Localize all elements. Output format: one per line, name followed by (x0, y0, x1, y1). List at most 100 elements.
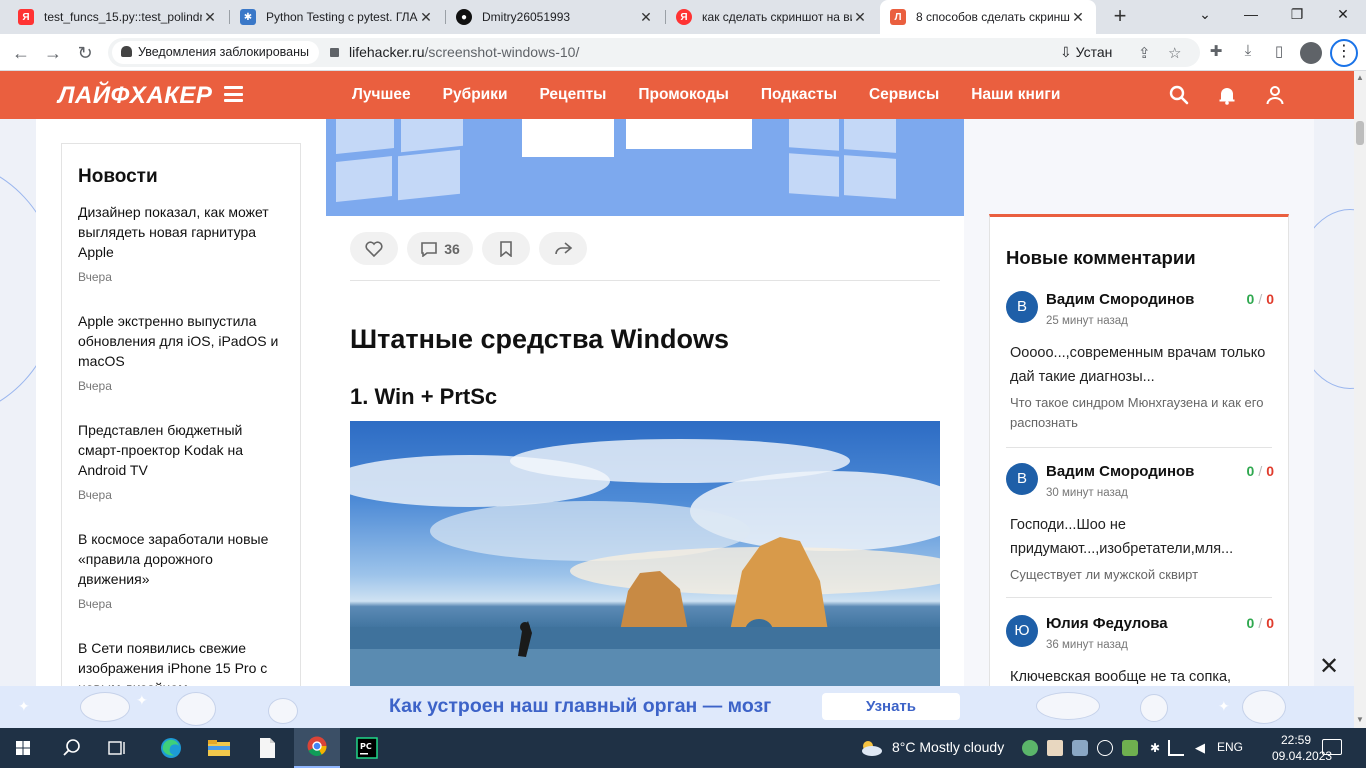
close-tab-icon[interactable]: ✕ (202, 9, 218, 26)
install-app-button[interactable]: ⇩ Устан (1060, 44, 1112, 61)
edge-browser-icon[interactable] (148, 728, 194, 768)
page-scrollbar[interactable]: ▲ ▼ (1354, 71, 1366, 728)
notification-center-icon[interactable] (1322, 739, 1342, 755)
restore-button[interactable]: ❐ (1274, 0, 1320, 30)
system-clock[interactable]: 22:59 09.04.2023 (1272, 732, 1332, 764)
bookmark-button[interactable] (482, 232, 530, 265)
avatar[interactable]: Ю (1006, 615, 1038, 647)
news-item[interactable]: Apple экстренно выпустила обновления для… (78, 311, 283, 393)
comment-author[interactable]: Вадим Смородинов (1046, 291, 1194, 308)
news-item[interactable]: Представлен бюджетный смарт-проектор Kod… (78, 420, 283, 502)
browser-tab[interactable]: ● Dmitry26051993 ✕ (446, 0, 664, 34)
tray-app-icon[interactable] (1047, 740, 1063, 756)
hamburger-menu-icon[interactable] (224, 86, 243, 102)
tray-nvidia-icon[interactable] (1122, 740, 1138, 756)
browser-tab[interactable]: Я test_funcs_15.py::test_polindro ✕ (8, 0, 228, 34)
pycharm-icon[interactable]: PC (344, 728, 390, 768)
comments-button[interactable]: 36 (407, 232, 473, 265)
comment-author[interactable]: Вадим Смородинов (1046, 463, 1194, 480)
close-tab-icon[interactable]: ✕ (1070, 9, 1086, 26)
vote-down-count[interactable]: 0 (1266, 463, 1274, 479)
forward-button[interactable]: → (40, 40, 66, 66)
window-pane-shape (789, 119, 839, 151)
tray-bluetooth-icon[interactable]: ✱ (1147, 740, 1163, 756)
extensions-icon[interactable]: ✚ (1205, 42, 1227, 64)
side-panel-icon[interactable]: ▯ (1268, 42, 1290, 64)
avatar[interactable]: В (1006, 463, 1038, 495)
like-button[interactable] (350, 232, 398, 265)
banner-text[interactable]: Как устроен наш главный орган — мозг (389, 695, 771, 718)
vote-down-count[interactable]: 0 (1266, 615, 1274, 631)
site-logo[interactable]: ЛАЙФХАКЕР (58, 82, 212, 110)
browser-tab[interactable]: Я как сделать скриншот на ви ✕ (666, 0, 878, 34)
nav-item-promocodes[interactable]: Промокоды (638, 86, 729, 104)
vote-up-count[interactable]: 0 (1247, 615, 1255, 631)
minimize-button[interactable]: — (1228, 0, 1274, 30)
share-icon[interactable]: ⇪ (1138, 44, 1151, 62)
close-banner-icon[interactable]: ✕ (1318, 655, 1340, 679)
nav-item-rubrics[interactable]: Рубрики (443, 86, 508, 104)
search-icon[interactable] (1168, 84, 1190, 106)
promo-banner[interactable]: ✦ ✦ ✦ Как устроен наш главный орган — мо… (0, 686, 1354, 728)
close-window-button[interactable]: ✕ (1320, 0, 1366, 30)
tab-search-chevron-icon[interactable]: ⌄ (1182, 0, 1228, 30)
comment-text[interactable]: Ооооо...,современным врачам только дай т… (1010, 341, 1270, 389)
comment-article-link[interactable]: Существует ли мужской сквирт (1010, 565, 1270, 585)
notepad-icon[interactable] (244, 728, 290, 768)
news-item[interactable]: В космосе заработали новые «правила доро… (78, 529, 283, 611)
back-button[interactable]: ← (8, 40, 34, 66)
bookmark-star-icon[interactable]: ☆ (1168, 44, 1181, 62)
news-item[interactable]: Дизайнер показал, как может выглядеть но… (78, 202, 283, 284)
nav-item-recipes[interactable]: Рецепты (539, 86, 606, 104)
close-tab-icon[interactable]: ✕ (418, 9, 434, 26)
tray-app-icon[interactable] (1022, 740, 1038, 756)
chrome-icon[interactable] (294, 728, 340, 768)
nav-item-podcasts[interactable]: Подкасты (761, 86, 837, 104)
network-icon[interactable] (1168, 740, 1184, 756)
comment-author[interactable]: Юлия Федулова (1046, 615, 1168, 632)
scroll-down-arrow-icon[interactable]: ▼ (1355, 715, 1365, 724)
nav-item-books[interactable]: Наши книги (971, 86, 1060, 104)
vote-down-count[interactable]: 0 (1266, 291, 1274, 307)
browser-tab[interactable]: ✱ Python Testing с pytest. ГЛАВ ✕ (230, 0, 444, 34)
tray-app-icon[interactable] (1097, 740, 1113, 756)
vote-up-count[interactable]: 0 (1247, 291, 1255, 307)
banner-learn-button[interactable]: Узнать (822, 693, 960, 720)
browser-tab-active[interactable]: Л 8 способов сделать скринш ✕ (880, 0, 1096, 34)
news-item-title[interactable]: Apple экстренно выпустила обновления для… (78, 311, 283, 371)
share-button[interactable] (539, 232, 587, 265)
search-icon[interactable] (48, 728, 94, 768)
windows-start-icon[interactable] (0, 728, 46, 768)
nav-item-services[interactable]: Сервисы (869, 86, 939, 104)
close-tab-icon[interactable]: ✕ (638, 9, 654, 26)
downloads-icon[interactable]: ⤓ (1237, 42, 1259, 64)
comment-article-link[interactable]: Что такое синдром Мюнхгаузена и как его … (1010, 393, 1270, 433)
news-item-title[interactable]: Представлен бюджетный смарт-проектор Kod… (78, 420, 283, 480)
weather-text[interactable]: 8°C Mostly cloudy (892, 739, 1004, 755)
file-explorer-icon[interactable] (196, 728, 242, 768)
browser-menu-icon[interactable]: ⋮ (1330, 39, 1358, 67)
vote-up-count[interactable]: 0 (1247, 463, 1255, 479)
language-indicator[interactable]: ENG (1217, 740, 1243, 754)
avatar[interactable]: В (1006, 291, 1038, 323)
reload-button[interactable]: ↻ (72, 40, 98, 66)
comment-text[interactable]: Господи...Шоо не придумают...,изобретате… (1010, 513, 1270, 561)
news-item-title[interactable]: Дизайнер показал, как может выглядеть но… (78, 202, 283, 262)
nav-item-best[interactable]: Лучшее (352, 86, 411, 104)
new-tab-button[interactable]: + (1108, 5, 1132, 29)
profile-avatar-icon[interactable] (1300, 42, 1322, 64)
close-tab-icon[interactable]: ✕ (852, 9, 868, 26)
tray-camera-icon[interactable] (1072, 740, 1088, 756)
task-view-icon[interactable] (94, 728, 140, 768)
scroll-thumb[interactable] (1356, 121, 1364, 145)
address-bar[interactable]: Уведомления заблокированы lifehacker.ru/… (108, 38, 1200, 67)
user-icon[interactable] (1264, 84, 1286, 106)
brain-illustration (176, 692, 216, 726)
notifications-blocked-chip[interactable]: Уведомления заблокированы (112, 41, 319, 64)
scroll-up-arrow-icon[interactable]: ▲ (1355, 73, 1365, 82)
url-text[interactable]: lifehacker.ru/screenshot-windows-10/ (330, 44, 579, 60)
volume-icon[interactable]: ◀ (1192, 740, 1208, 756)
news-item-title[interactable]: В космосе заработали новые «правила доро… (78, 529, 283, 589)
weather-cloud-icon[interactable] (858, 738, 884, 758)
bell-icon[interactable] (1216, 84, 1238, 106)
